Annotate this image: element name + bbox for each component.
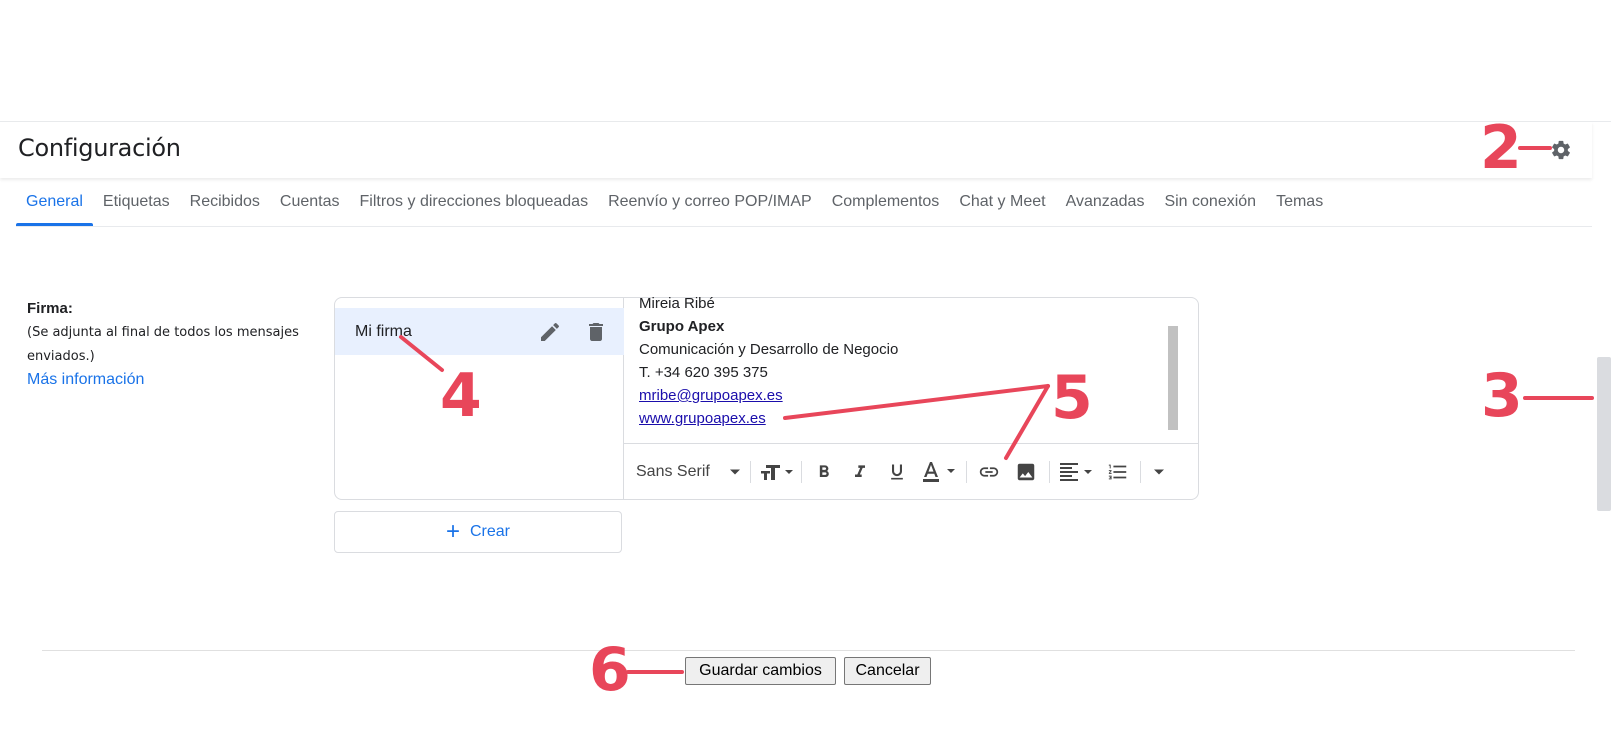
font-select[interactable]: Sans Serif: [624, 456, 746, 488]
tab-temas[interactable]: Temas: [1266, 178, 1333, 226]
toolbar-separator: [1049, 460, 1050, 483]
tab-filtros[interactable]: Filtros y direcciones bloqueadas: [350, 178, 599, 226]
signature-phone: T. +34 620 395 375: [639, 364, 768, 381]
signature-name: Mi firma: [355, 323, 412, 340]
pencil-icon[interactable]: [538, 320, 562, 344]
more-options-icon[interactable]: [1145, 456, 1173, 488]
font-select-value: Sans Serif: [636, 462, 710, 480]
page-title: Configuración: [18, 134, 181, 162]
toolbar-separator: [801, 460, 802, 483]
signature-label-block: Firma: (Se adjunta al final de todos los…: [27, 300, 317, 389]
tab-recibidos[interactable]: Recibidos: [180, 178, 270, 226]
signature-description: (Se adjunta al final de todos los mensaj…: [27, 325, 299, 364]
text-size-icon[interactable]: [755, 456, 797, 488]
tab-etiquetas[interactable]: Etiquetas: [93, 178, 180, 226]
tabs-divider: [16, 226, 1592, 227]
tab-sin-conexion[interactable]: Sin conexión: [1154, 178, 1266, 226]
annotation-6: 6: [589, 635, 631, 705]
signature-editor[interactable]: Mireia Ribé Grupo Apex Comunicación y De…: [624, 295, 1199, 499]
underline-icon[interactable]: [878, 456, 916, 488]
toolbar-separator: [966, 460, 967, 483]
toolbar-separator: [750, 460, 751, 483]
signature-department: Comunicación y Desarrollo de Negocio: [639, 341, 899, 358]
more-info-link[interactable]: Más información: [27, 371, 144, 389]
formatting-toolbar: Sans Serif: [624, 443, 1199, 499]
create-signature-button[interactable]: + Crear: [334, 511, 622, 553]
footer-divider: [42, 650, 1575, 651]
italic-icon[interactable]: [842, 456, 878, 488]
signature-company: Grupo Apex: [639, 318, 725, 335]
numbered-list-icon[interactable]: [1100, 456, 1136, 488]
annotation-2: 2: [1480, 113, 1522, 183]
link-icon[interactable]: [971, 456, 1007, 488]
toolbar-separator: [1140, 460, 1141, 483]
annotation-4: 4: [440, 361, 482, 431]
tab-chat-meet[interactable]: Chat y Meet: [949, 178, 1055, 226]
create-label: Crear: [470, 523, 511, 540]
bold-icon[interactable]: [806, 456, 842, 488]
save-button[interactable]: Guardar cambios: [685, 657, 836, 685]
plus-icon: +: [445, 518, 460, 545]
signature-email-link[interactable]: mribe@grupoapex.es: [639, 387, 783, 404]
signature-website-link[interactable]: www.grupoapex.es: [639, 410, 766, 427]
page-scrollbar-thumb[interactable]: [1597, 357, 1611, 511]
text-color-icon[interactable]: [916, 456, 962, 488]
annotation-5: 5: [1051, 363, 1093, 433]
tab-reenvio[interactable]: Reenvío y correo POP/IMAP: [598, 178, 822, 226]
trash-icon[interactable]: [584, 320, 608, 344]
align-icon[interactable]: [1054, 456, 1100, 488]
tab-avanzadas[interactable]: Avanzadas: [1056, 178, 1155, 226]
image-icon[interactable]: [1007, 456, 1045, 488]
signature-list-item[interactable]: Mi firma: [335, 308, 624, 355]
editor-scrollbar-thumb[interactable]: [1168, 326, 1178, 430]
tab-cuentas[interactable]: Cuentas: [270, 178, 350, 226]
signature-content[interactable]: Mireia Ribé Grupo Apex Comunicación y De…: [639, 292, 898, 430]
settings-header: Configuración: [0, 122, 1592, 178]
signature-person-name: Mireia Ribé: [639, 295, 715, 312]
tab-general[interactable]: General: [16, 178, 93, 226]
tab-complementos[interactable]: Complementos: [822, 178, 950, 226]
chevron-down-icon: [730, 469, 740, 474]
settings-tabs: General Etiquetas Recibidos Cuentas Filt…: [16, 178, 1333, 226]
cancel-button[interactable]: Cancelar: [844, 657, 931, 685]
signature-label: Firma:: [27, 300, 73, 317]
gear-icon[interactable]: [1547, 136, 1575, 164]
annotation-3: 3: [1481, 361, 1523, 431]
